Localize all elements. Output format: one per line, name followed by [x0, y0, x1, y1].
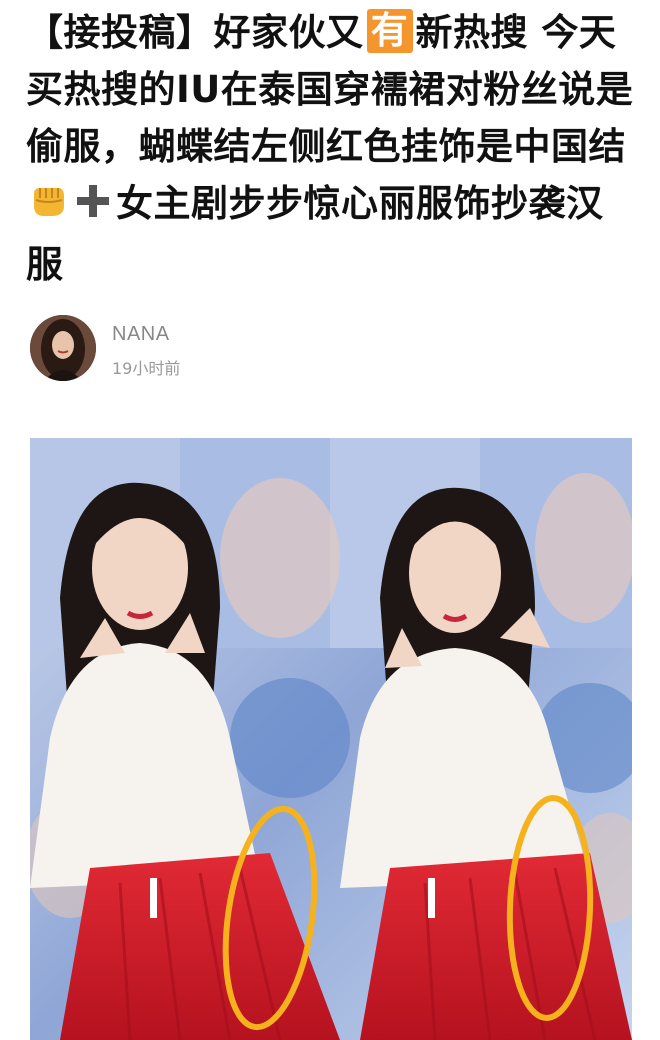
post-timestamp: 19小时前: [112, 359, 181, 378]
heavy-plus-icon: [74, 179, 112, 236]
post-headline: 【接投稿】好家伙又有新热搜 今天买热搜的IU在泰国穿襦裙对粉丝说是偷服，蝴蝶结左…: [26, 4, 638, 293]
author-row[interactable]: NANA 19小时前: [30, 315, 430, 385]
you-emoji-badge: 有: [366, 9, 413, 53]
fist-emoji-icon: [28, 179, 68, 236]
post-photo[interactable]: [30, 438, 632, 1040]
headline-text-part1: 【接投稿】好家伙又: [26, 11, 364, 54]
headline-text-part3: 女主剧步步惊心丽服饰抄袭汉服: [26, 182, 604, 286]
author-name[interactable]: NANA: [112, 323, 170, 346]
user-avatar-photo[interactable]: [30, 315, 96, 381]
